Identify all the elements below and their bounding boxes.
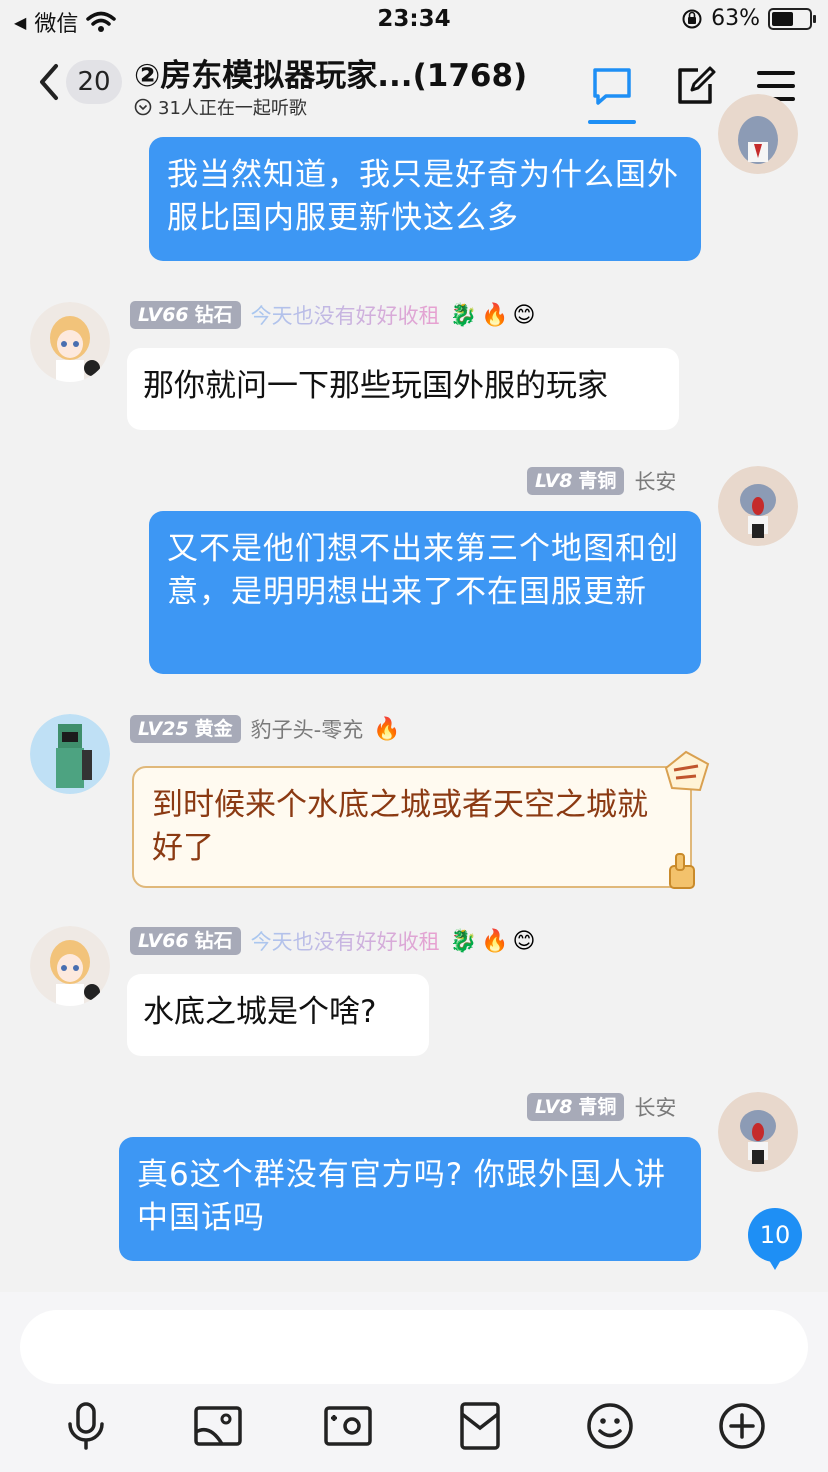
plus-icon[interactable] xyxy=(716,1400,768,1452)
avatar-anime-girl-image xyxy=(30,926,110,1006)
group-title[interactable]: ②房东模拟器玩家...(1768) xyxy=(134,50,527,95)
avatar-self[interactable] xyxy=(718,1092,798,1172)
level-text: LV8 xyxy=(535,470,573,492)
chevron-down-circle-icon xyxy=(134,98,152,116)
fire-icon: 🔥 xyxy=(481,302,509,328)
smile-flower-icon: 😊 xyxy=(512,302,536,328)
sender-nickname[interactable]: 长安 xyxy=(634,466,676,496)
chat-header: 20 ②房东模拟器玩家...(1768) 31人正在一起听歌 xyxy=(0,44,828,128)
message-bubble-self[interactable]: 我当然知道，我只是好奇为什么国外服比国内服更新快这么多 xyxy=(149,137,701,261)
level-badge: LV8 青铜 xyxy=(527,1093,625,1121)
sender-meta: LV25 黄金 豹子头-零充 🔥 xyxy=(130,714,401,744)
active-tab-indicator xyxy=(588,120,636,124)
orientation-lock-icon xyxy=(682,9,702,28)
avatar-user[interactable] xyxy=(30,926,110,1006)
level-text: LV8 xyxy=(535,1096,573,1118)
message-bubble[interactable]: 水底之城是个啥? xyxy=(127,974,429,1056)
unread-count-badge[interactable]: 20 xyxy=(66,60,122,104)
edit-icon[interactable] xyxy=(674,64,718,108)
listening-status[interactable]: 31人正在一起听歌 xyxy=(134,94,307,120)
level-text: LV66 xyxy=(138,304,189,326)
title-emojis: 🐉 🔥 😊 xyxy=(450,303,536,328)
new-messages-badge[interactable]: 10 xyxy=(748,1208,802,1270)
avatar-self-image xyxy=(718,1092,798,1172)
bubble-sticker-badge-icon xyxy=(664,750,710,792)
message-bubble[interactable]: 那你就问一下那些玩国外服的玩家 xyxy=(127,348,679,430)
sender-nickname[interactable]: 今天也没有好好收租 xyxy=(251,926,440,956)
status-right: 63% xyxy=(681,6,816,31)
battery-level xyxy=(772,11,793,26)
emoji-icon[interactable] xyxy=(584,1400,636,1452)
smile-flower-icon: 😊 xyxy=(512,928,536,954)
message-bubble-self[interactable]: 真6这个群没有官方吗? 你跟外国人讲中国话吗 xyxy=(119,1137,701,1261)
sender-meta: LV66 钻石 今天也没有好好收租 🐉 🔥 😊 xyxy=(130,926,535,956)
avatar-self-image xyxy=(718,94,798,174)
sender-nickname[interactable]: 今天也没有好好收租 xyxy=(251,300,440,330)
message-bubble-self[interactable]: 又不是他们想不出来第三个地图和创意，是明明想出来了不在国服更新 xyxy=(149,511,701,674)
avatar-minecraft-image xyxy=(30,714,110,794)
level-text: LV66 xyxy=(138,930,189,952)
camera-icon[interactable] xyxy=(322,1400,374,1452)
microphone-icon[interactable] xyxy=(60,1400,112,1452)
image-icon[interactable] xyxy=(192,1400,244,1452)
status-bar: ◀ 微信 23:34 63% xyxy=(0,0,828,44)
battery-percent: 63% xyxy=(711,6,760,31)
level-badge: LV66 钻石 xyxy=(130,927,241,955)
bubble-hand-decoration-icon xyxy=(669,853,695,889)
red-packet-icon[interactable] xyxy=(454,1400,506,1452)
fire-icon: 🔥 xyxy=(373,716,401,742)
chat-bubble-icon[interactable] xyxy=(590,64,634,108)
level-text: LV25 xyxy=(138,718,189,740)
avatar-anime-girl-image xyxy=(30,302,110,382)
rank-text: 黄金 xyxy=(194,718,233,740)
level-badge: LV66 钻石 xyxy=(130,301,241,329)
dragon-icon: 🐉 xyxy=(449,302,478,328)
input-area xyxy=(0,1292,828,1472)
dragon-icon: 🐉 xyxy=(449,928,478,954)
listening-text: 31人正在一起听歌 xyxy=(158,98,307,119)
avatar-user[interactable] xyxy=(30,714,110,794)
battery-icon xyxy=(768,7,816,30)
sender-meta: LV66 钻石 今天也没有好好收租 🐉 🔥 😊 xyxy=(130,300,535,330)
title-emojis: 🐉 🔥 😊 xyxy=(450,929,536,954)
level-badge: LV8 青铜 xyxy=(527,467,625,495)
sender-meta-self: LV8 青铜 长安 xyxy=(527,466,676,496)
back-chevron-icon[interactable] xyxy=(34,62,64,102)
rank-text: 青铜 xyxy=(578,470,617,492)
avatar-self[interactable] xyxy=(718,466,798,546)
rank-text: 钻石 xyxy=(194,930,233,952)
sender-nickname[interactable]: 长安 xyxy=(634,1092,676,1122)
level-badge: LV25 黄金 xyxy=(130,715,241,743)
message-bubble-decorated[interactable]: 到时候来个水底之城或者天空之城就好了 xyxy=(132,766,692,888)
message-input[interactable] xyxy=(20,1310,808,1384)
sender-meta-self: LV8 青铜 长安 xyxy=(527,1092,676,1122)
avatar-user[interactable] xyxy=(30,302,110,382)
sender-nickname[interactable]: 豹子头-零充 xyxy=(251,714,364,744)
rank-text: 青铜 xyxy=(578,1096,617,1118)
avatar-self-image xyxy=(718,466,798,546)
title-emojis: 🔥 xyxy=(373,717,400,742)
avatar-self[interactable] xyxy=(718,94,798,174)
rank-text: 钻石 xyxy=(194,304,233,326)
fire-icon: 🔥 xyxy=(481,928,509,954)
